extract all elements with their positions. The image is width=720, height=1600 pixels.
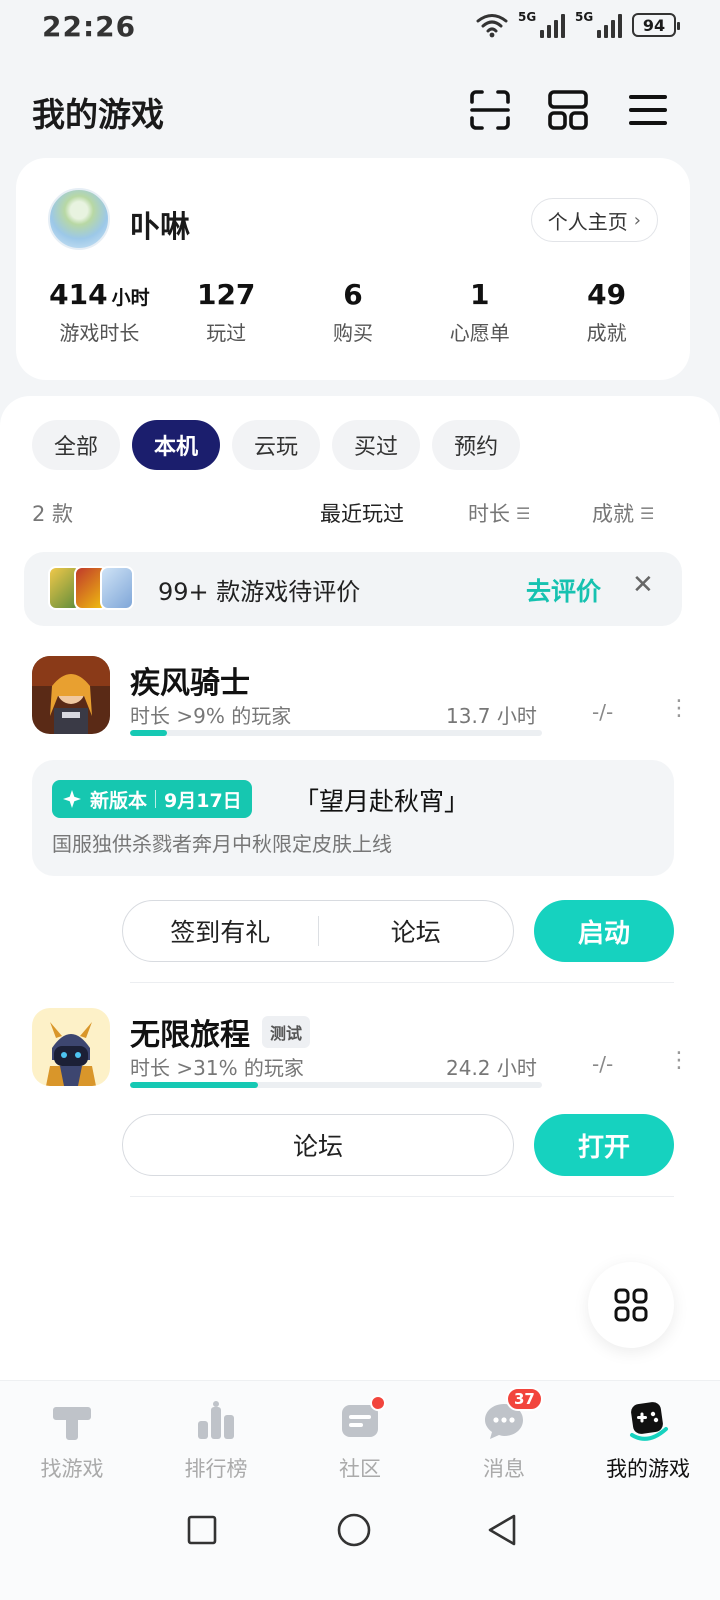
stat-achievements[interactable]: 49 成就 — [543, 278, 670, 346]
test-badge: 测试 — [262, 1016, 311, 1048]
news-title: 「望月赴秋宵」 — [294, 787, 470, 816]
system-nav-bar — [0, 1490, 720, 1600]
news-tag: 新版本 9月17日 — [52, 780, 252, 818]
nav-messages[interactable]: 37 消息 — [432, 1381, 576, 1490]
stats-row: 414 小时 游戏时长 127 玩过 6 购买 1 心愿单 49 成就 — [36, 278, 670, 346]
divider — [130, 982, 674, 983]
stat-purchased[interactable]: 6 购买 — [290, 278, 417, 346]
more-vertical-icon[interactable]: ⋮ — [668, 1048, 690, 1073]
game-achievements: -/- — [592, 1052, 614, 1076]
nav-my-games[interactable]: 我的游戏 — [576, 1381, 720, 1490]
profile-card: 卟啉 个人主页 › 414 小时 游戏时长 127 玩过 6 购买 1 心愿单 4… — [16, 158, 690, 380]
nav-community[interactable]: 社区 — [288, 1381, 432, 1490]
home-icon[interactable] — [336, 1512, 372, 1548]
chevron-right-icon: › — [633, 209, 641, 231]
back-icon[interactable] — [484, 1512, 520, 1548]
close-icon[interactable]: ✕ — [632, 570, 654, 600]
nav-discover[interactable]: 找游戏 — [0, 1381, 144, 1490]
signal-icon: 5G — [518, 10, 565, 38]
layout-icon[interactable] — [546, 88, 590, 132]
playtime-progress — [130, 730, 542, 736]
review-thumbnails — [48, 566, 140, 612]
game-rank-text: 时长 >31% 的玩家 — [130, 1056, 304, 1080]
divider — [130, 1196, 674, 1197]
nav-ranking[interactable]: 排行榜 — [144, 1381, 288, 1490]
battery-icon: 94 — [632, 13, 680, 37]
battery-level: 94 — [642, 15, 666, 35]
game-item[interactable]: 疾风骑士 时长 >9% 的玩家 13.7 小时 -/- ⋮ — [32, 656, 690, 746]
wifi-icon — [476, 14, 508, 38]
game-count: 2 款 — [32, 502, 74, 526]
secondary-actions: 签到有礼 论坛 — [122, 900, 514, 962]
news-subtitle: 国服独供杀戮者奔月中秋限定皮肤上线 — [52, 832, 392, 856]
notification-dot — [370, 1395, 386, 1411]
gamepad-icon — [630, 1402, 668, 1441]
game-title: 疾风骑士 — [130, 666, 250, 701]
game-achievements: -/- — [592, 700, 614, 724]
grid-icon — [614, 1288, 648, 1322]
sort-icon: ☰ — [516, 503, 531, 523]
sort-recent[interactable]: 最近玩过 — [320, 498, 404, 528]
launch-button[interactable]: 启动 — [534, 900, 674, 962]
status-icons: 5G 5G 94 — [476, 10, 680, 38]
game-actions: 签到有礼 论坛 启动 — [122, 900, 674, 962]
status-time: 22:26 — [42, 10, 137, 43]
review-action-link[interactable]: 去评价 — [526, 572, 601, 608]
filter-tabs: 全部 本机 云玩 买过 预约 — [32, 420, 521, 470]
signal-icon: 5G — [575, 10, 622, 38]
playtime-progress — [130, 1082, 542, 1088]
scan-icon[interactable] — [468, 88, 512, 132]
stat-play-time[interactable]: 414 小时 游戏时长 — [36, 278, 163, 346]
checkin-button[interactable]: 签到有礼 — [123, 913, 318, 949]
homepage-button[interactable]: 个人主页 › — [530, 198, 658, 242]
review-text: 99+ 款游戏待评价 — [158, 578, 361, 606]
open-button[interactable]: 打开 — [534, 1114, 674, 1176]
grid-menu-button[interactable] — [588, 1262, 674, 1348]
secondary-actions: 论坛 — [122, 1114, 514, 1176]
stat-wishlist[interactable]: 1 心愿单 — [416, 278, 543, 346]
ranking-icon — [198, 1401, 234, 1439]
game-actions: 论坛 打开 — [122, 1114, 674, 1176]
game-icon[interactable] — [32, 656, 110, 734]
status-bar: 22:26 5G 5G 94 — [0, 0, 720, 56]
menu-icon[interactable] — [626, 88, 670, 132]
forum-button[interactable]: 论坛 — [123, 1127, 513, 1163]
game-rank-text: 时长 >9% 的玩家 — [130, 704, 292, 728]
sort-duration[interactable]: 时长 ☰ — [468, 498, 530, 528]
filter-bought[interactable]: 买过 — [332, 420, 421, 470]
username[interactable]: 卟啉 — [130, 202, 190, 246]
avatar[interactable] — [48, 188, 110, 250]
homepage-label: 个人主页 — [547, 209, 628, 234]
game-thumbnail — [100, 566, 134, 610]
message-badge: 37 — [506, 1387, 543, 1411]
page-title: 我的游戏 — [32, 95, 164, 134]
filter-cloud[interactable]: 云玩 — [232, 420, 321, 470]
game-item[interactable]: 无限旅程 测试 时长 >31% 的玩家 24.2 小时 -/- ⋮ — [32, 1008, 690, 1098]
recents-icon[interactable] — [186, 1514, 218, 1546]
filter-local[interactable]: 本机 — [132, 420, 221, 470]
game-icon[interactable] — [32, 1008, 110, 1086]
bottom-nav: 找游戏 排行榜 社区 37 消息 我的游戏 — [0, 1380, 720, 1490]
stat-played[interactable]: 127 玩过 — [163, 278, 290, 346]
filter-reserved[interactable]: 预约 — [432, 420, 521, 470]
filter-all[interactable]: 全部 — [32, 420, 121, 470]
sparkle-icon — [63, 790, 81, 808]
game-hours: 24.2 小时 — [446, 1056, 537, 1080]
news-card[interactable]: 新版本 9月17日 「望月赴秋宵」 国服独供杀戮者奔月中秋限定皮肤上线 — [32, 760, 674, 876]
review-banner[interactable]: 99+ 款游戏待评价 去评价 ✕ — [24, 552, 682, 626]
discover-icon — [53, 1407, 91, 1440]
sort-achievements[interactable]: 成就 ☰ — [592, 498, 654, 528]
sort-bar: 2 款 最近玩过 时长 ☰ 成就 ☰ — [32, 494, 688, 530]
forum-button[interactable]: 论坛 — [319, 913, 514, 949]
game-title: 无限旅程 测试 — [130, 1010, 311, 1054]
sort-icon: ☰ — [640, 503, 655, 523]
game-hours: 13.7 小时 — [446, 704, 537, 728]
game-list-panel: 全部 本机 云玩 买过 预约 2 款 最近玩过 时长 ☰ 成就 ☰ 99+ 款游戏待… — [0, 396, 720, 1380]
more-vertical-icon[interactable]: ⋮ — [668, 696, 690, 721]
